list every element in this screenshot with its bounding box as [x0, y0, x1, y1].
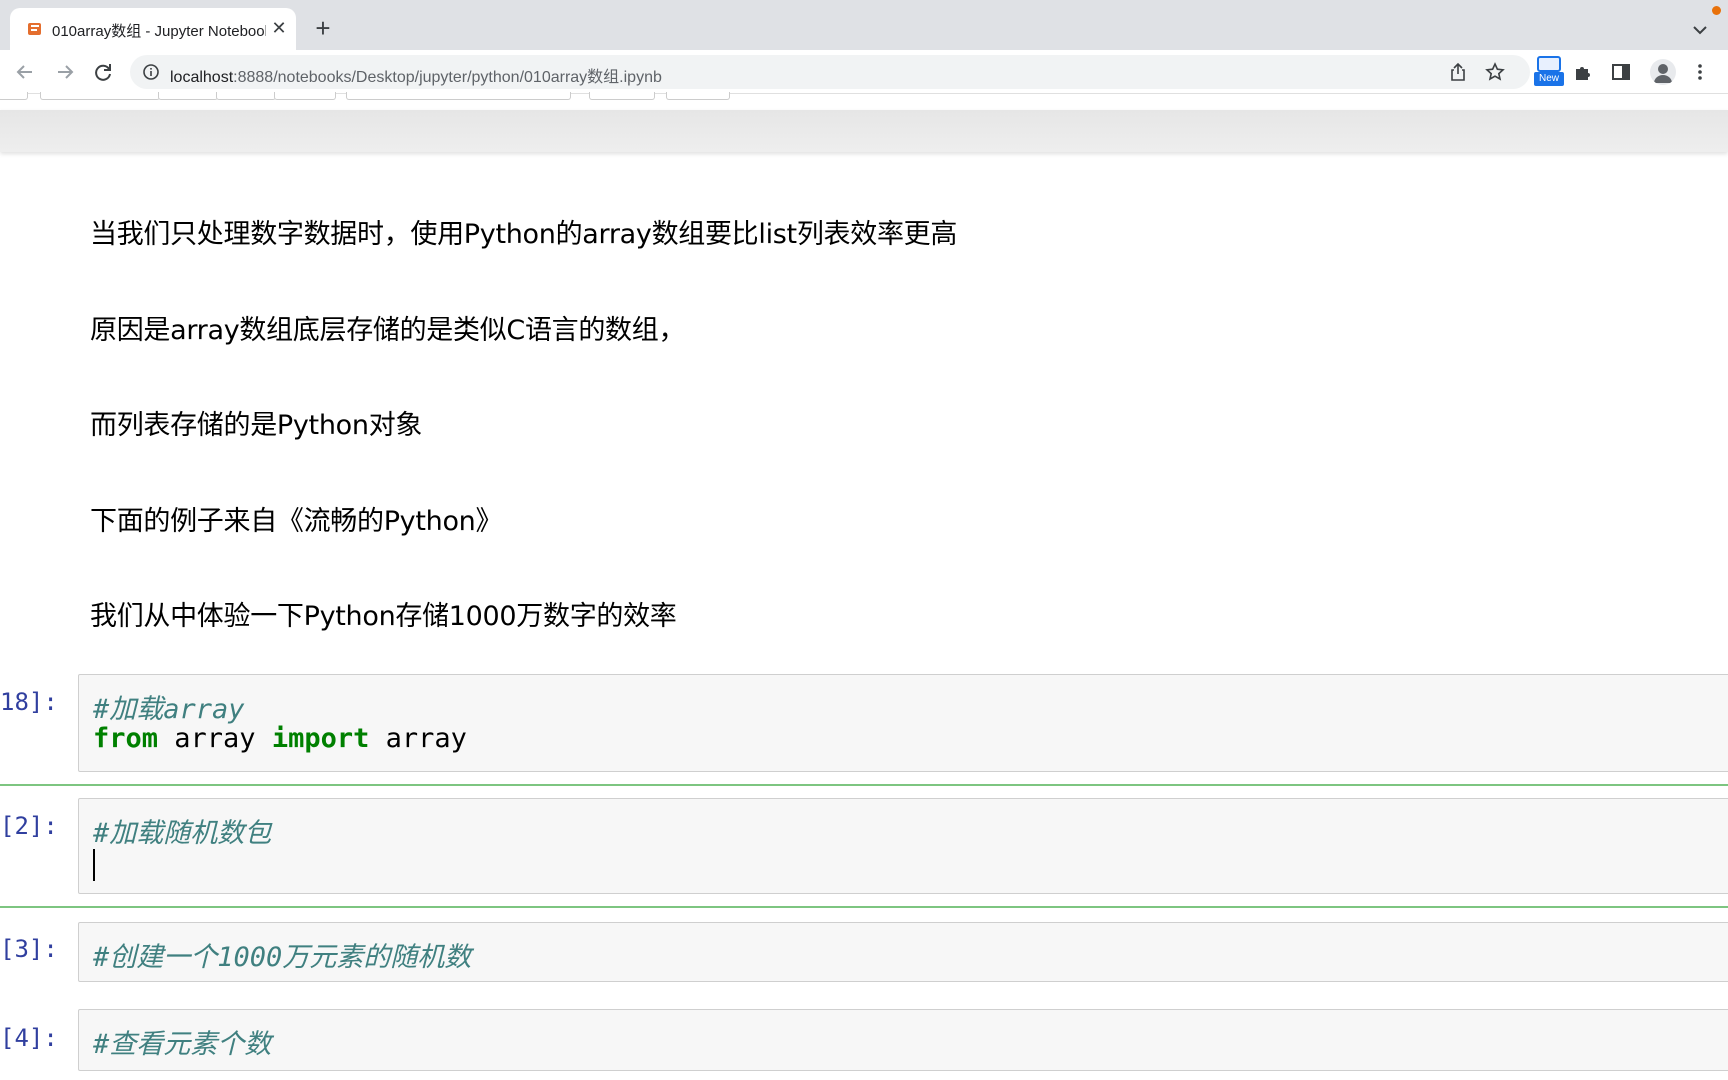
browser-tab[interactable]: 010array数组 - Jupyter Notebook ✕	[10, 8, 296, 50]
jupyter-toolbar	[0, 92, 1728, 102]
code-cell-input[interactable]: #加载array from array import array	[78, 674, 1728, 772]
side-panel-icon[interactable]	[1610, 61, 1632, 83]
browser-toolbar: localhost:8888/notebooks/Desktop/jupyter…	[0, 50, 1728, 94]
profile-avatar[interactable]	[1650, 59, 1676, 85]
code-keyword: import	[271, 723, 370, 754]
address-bar[interactable]: localhost:8888/notebooks/Desktop/jupyter…	[130, 55, 1530, 89]
cell-prompt: 18]:	[0, 688, 58, 716]
tab-title: 010array数组 - Jupyter Notebook	[52, 23, 266, 40]
cell-selection-border	[0, 784, 1728, 786]
url-host: localhost	[170, 69, 234, 86]
notebook-header-divider	[0, 110, 1728, 152]
info-icon[interactable]	[142, 63, 160, 81]
reload-icon[interactable]	[90, 59, 116, 85]
cell-prompt: [4]:	[0, 1024, 58, 1052]
code-comment: #创建一个1000万元素的随机数	[93, 942, 472, 973]
cell-selection-border	[0, 906, 1728, 908]
toolbar-button[interactable]	[216, 92, 276, 100]
code-cell-input[interactable]: #查看元素个数	[78, 1009, 1728, 1071]
cell-prompt: [2]:	[0, 812, 58, 840]
markdown-line: 原因是array数组底层存储的是类似C语言的数组，	[90, 315, 686, 346]
markdown-line: 下面的例子来自《流畅的Python》	[90, 506, 503, 537]
new-badge-label: New	[1534, 72, 1564, 86]
url-text: localhost:8888/notebooks/Desktop/jupyter…	[170, 63, 662, 87]
code-cell-input[interactable]: #加载随机数包	[78, 798, 1728, 894]
code-name: array	[369, 723, 467, 754]
code-line: from array import array	[93, 723, 467, 754]
markdown-line: 当我们只处理数字数据时，使用Python的array数组要比list列表效率更高	[90, 219, 958, 250]
chevron-down-icon[interactable]	[1688, 18, 1712, 42]
code-comment: #查看元素个数	[93, 1029, 272, 1060]
toolbar-button[interactable]	[589, 92, 655, 100]
toolbar-button[interactable]	[666, 92, 730, 100]
extension-screen-icon	[1537, 56, 1561, 72]
share-icon[interactable]	[1448, 62, 1468, 82]
text-cursor	[93, 849, 95, 881]
cell-prompt: [3]:	[0, 935, 58, 963]
close-tab-icon[interactable]: ✕	[268, 17, 290, 39]
back-arrow-icon[interactable]	[12, 59, 38, 85]
markdown-line: 我们从中体验一下Python存储1000万数字的效率	[90, 601, 677, 632]
puzzle-extensions-icon[interactable]	[1572, 61, 1594, 83]
jupyter-favicon-icon	[28, 23, 41, 35]
code-keyword: from	[93, 723, 159, 754]
update-dot-icon	[1712, 6, 1721, 15]
toolbar-button[interactable]	[274, 92, 336, 100]
code-cell-input[interactable]: #创建一个1000万元素的随机数	[78, 922, 1728, 982]
code-module: array	[158, 723, 272, 754]
forward-arrow-icon[interactable]	[52, 59, 78, 85]
url-path: :8888/notebooks/Desktop/jupyter/python/0…	[233, 69, 662, 86]
cell-type-select[interactable]	[346, 92, 571, 100]
new-tab-button[interactable]: +	[310, 15, 336, 42]
code-comment: #加载随机数包	[93, 818, 272, 849]
toolbar-button[interactable]	[158, 92, 218, 100]
tab-strip: 010array数组 - Jupyter Notebook ✕ +	[0, 0, 1728, 50]
more-menu-icon[interactable]	[1689, 61, 1711, 83]
code-comment: #加载array	[93, 694, 245, 725]
new-extension-icon[interactable]: New	[1534, 54, 1564, 88]
person-icon	[1654, 64, 1672, 83]
bookmark-star-icon[interactable]	[1485, 62, 1505, 82]
toolbar-button[interactable]	[0, 92, 28, 100]
toolbar-button[interactable]	[40, 92, 160, 100]
markdown-line: 而列表存储的是Python对象	[90, 410, 423, 441]
